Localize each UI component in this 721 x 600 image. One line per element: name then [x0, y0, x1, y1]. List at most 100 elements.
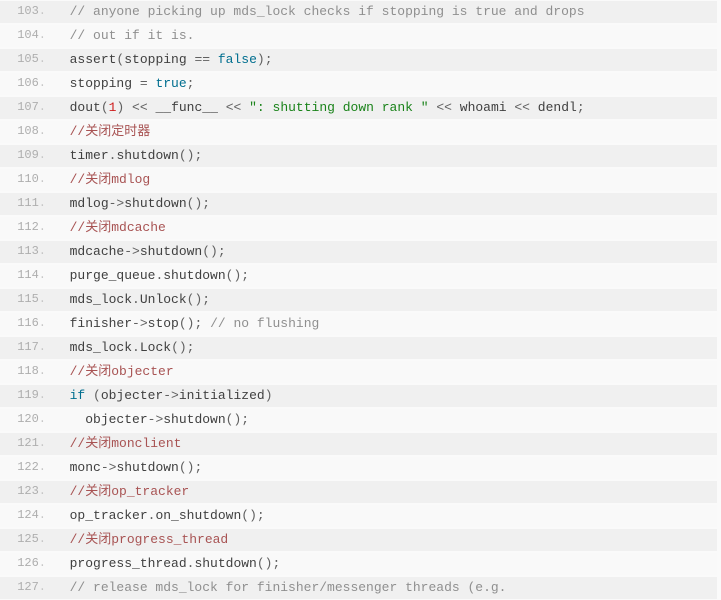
- code-token: mds_lock: [70, 292, 132, 307]
- code-content[interactable]: progress_thread.shutdown();: [54, 553, 717, 574]
- code-content[interactable]: // out if it is.: [54, 25, 717, 46]
- indent: [54, 100, 70, 115]
- code-content[interactable]: //关闭mdcache: [54, 217, 717, 238]
- code-line: 119 if (objecter->initialized): [0, 384, 717, 408]
- code-content[interactable]: op_tracker.on_shutdown();: [54, 505, 717, 526]
- code-token: shutdown: [163, 268, 225, 283]
- code-token: stopping: [70, 76, 132, 91]
- code-line: 113 mdcache->shutdown();: [0, 240, 717, 264]
- code-content[interactable]: //关闭定时器: [54, 121, 717, 142]
- code-token: //关闭定时器: [70, 124, 151, 139]
- code-token: .: [132, 340, 140, 355]
- code-content[interactable]: objecter->shutdown();: [54, 409, 717, 430]
- code-token: shutdown: [116, 148, 178, 163]
- line-number: 103: [0, 1, 54, 22]
- code-token: ();: [171, 340, 194, 355]
- line-number: 113: [0, 241, 54, 262]
- code-token: mds_lock: [70, 340, 132, 355]
- code-content[interactable]: purge_queue.shutdown();: [54, 265, 717, 286]
- code-content[interactable]: assert(stopping == false);: [54, 49, 717, 70]
- code-token: // out if it is.: [70, 28, 195, 43]
- code-line: 122 monc->shutdown();: [0, 456, 717, 480]
- line-number: 110: [0, 169, 54, 190]
- code-token: ==: [187, 52, 218, 67]
- code-token: false: [218, 52, 257, 67]
- code-token: stopping: [124, 52, 186, 67]
- code-line: 114 purge_queue.shutdown();: [0, 264, 717, 288]
- code-token: finisher: [70, 316, 132, 331]
- code-line: 106 stopping = true;: [0, 72, 717, 96]
- code-content[interactable]: // release mds_lock for finisher/messeng…: [54, 577, 717, 598]
- code-content[interactable]: timer.shutdown();: [54, 145, 717, 166]
- code-token: ();: [226, 268, 249, 283]
- code-token: .: [187, 556, 195, 571]
- code-content[interactable]: //关闭objecter: [54, 361, 717, 382]
- code-content[interactable]: mds_lock.Unlock();: [54, 289, 717, 310]
- code-line: 110 //关闭mdlog: [0, 168, 717, 192]
- code-token: //关闭mdlog: [70, 172, 151, 187]
- code-content[interactable]: //关闭monclient: [54, 433, 717, 454]
- code-token: //关闭objecter: [70, 364, 174, 379]
- code-token: mdcache: [70, 244, 125, 259]
- code-content[interactable]: monc->shutdown();: [54, 457, 717, 478]
- code-token: // anyone picking up mds_lock checks if …: [70, 4, 585, 19]
- indent: [54, 220, 70, 235]
- indent: [54, 268, 70, 283]
- indent: [54, 436, 70, 451]
- indent: [54, 76, 70, 91]
- code-line: 121 //关闭monclient: [0, 432, 717, 456]
- code-token: Unlock: [140, 292, 187, 307]
- indent: [54, 580, 70, 595]
- indent: [54, 388, 70, 403]
- code-content[interactable]: mds_lock.Lock();: [54, 337, 717, 358]
- code-token: (: [101, 100, 109, 115]
- code-token: ->: [101, 460, 117, 475]
- code-line: 126 progress_thread.shutdown();: [0, 552, 717, 576]
- code-content[interactable]: finisher->stop(); // no flushing: [54, 313, 717, 334]
- code-token: ();: [179, 460, 202, 475]
- code-token: objecter: [101, 388, 163, 403]
- line-number: 122: [0, 457, 54, 478]
- code-token: =: [132, 76, 155, 91]
- line-number: 112: [0, 217, 54, 238]
- code-line: 116 finisher->stop(); // no flushing: [0, 312, 717, 336]
- line-number: 116: [0, 313, 54, 334]
- code-token: true: [155, 76, 186, 91]
- line-number: 119: [0, 385, 54, 406]
- code-content[interactable]: mdcache->shutdown();: [54, 241, 717, 262]
- code-token: ();: [257, 556, 280, 571]
- code-token: shutdown: [163, 412, 225, 427]
- code-token: timer: [70, 148, 109, 163]
- line-number: 111: [0, 193, 54, 214]
- code-token: shutdown: [124, 196, 186, 211]
- code-token: progress_thread: [70, 556, 187, 571]
- code-content[interactable]: //关闭op_tracker: [54, 481, 717, 502]
- line-number: 106: [0, 73, 54, 94]
- code-line: 107 dout(1) << __func__ << ": shutting d…: [0, 96, 717, 120]
- line-number: 120: [0, 409, 54, 430]
- line-number: 127: [0, 577, 54, 598]
- code-token: ();: [187, 292, 210, 307]
- code-token: ->: [163, 388, 179, 403]
- code-content[interactable]: // anyone picking up mds_lock checks if …: [54, 1, 717, 22]
- code-line: 118 //关闭objecter: [0, 360, 717, 384]
- indent: [54, 244, 70, 259]
- code-token: //关闭progress_thread: [70, 532, 229, 547]
- indent: [54, 556, 70, 571]
- code-content[interactable]: //关闭mdlog: [54, 169, 717, 190]
- code-content[interactable]: if (objecter->initialized): [54, 385, 717, 406]
- code-content[interactable]: //关闭progress_thread: [54, 529, 717, 550]
- code-line: 104 // out if it is.: [0, 24, 717, 48]
- code-token: // release mds_lock for finisher/messeng…: [70, 580, 507, 595]
- code-token: ();: [202, 244, 225, 259]
- code-content[interactable]: stopping = true;: [54, 73, 717, 94]
- code-token: ();: [179, 316, 210, 331]
- line-number: 105: [0, 49, 54, 70]
- code-token: assert: [70, 52, 117, 67]
- code-content[interactable]: mdlog->shutdown();: [54, 193, 717, 214]
- code-token: <<: [218, 100, 249, 115]
- indent: [54, 292, 70, 307]
- indent: [54, 4, 70, 19]
- code-content[interactable]: dout(1) << __func__ << ": shutting down …: [54, 97, 717, 118]
- code-token: Lock: [140, 340, 171, 355]
